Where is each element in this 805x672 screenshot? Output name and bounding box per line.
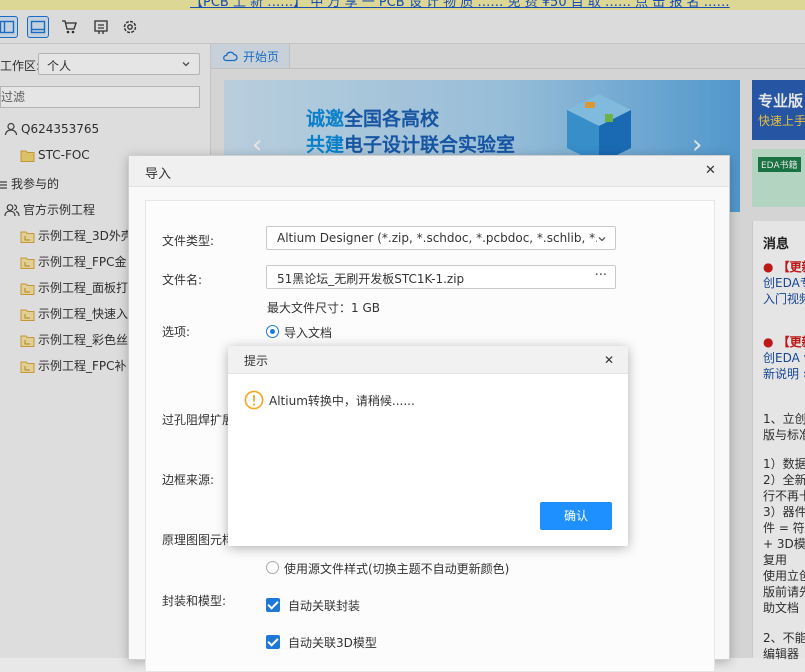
border-source-label: 边框来源: [162, 473, 215, 487]
alert-title: 提示 [244, 354, 269, 368]
source-style-label: 使用源文件样式(切换主题不自动更新颜色) [284, 562, 510, 576]
auto-footprint-checkbox[interactable] [266, 598, 280, 612]
file-name-label: 文件名: [162, 273, 203, 287]
close-icon[interactable]: ✕ [705, 163, 716, 179]
max-file-size: 最大文件尺寸：1 GB [267, 301, 380, 315]
file-type-label: 文件类型: [162, 234, 215, 248]
via-mask-label: 过孔阻焊扩展 [162, 413, 235, 427]
chevron-down-icon [598, 237, 606, 242]
import-dialog-title: 导入 [145, 167, 172, 182]
footprint-model-label: 封装和模型: [162, 594, 227, 608]
auto-3d-label: 自动关联3D模型 [288, 636, 377, 650]
alert-dialog: 提示 ✕ Altium转换中，请稍候...... 确认 [228, 346, 628, 546]
source-style-radio[interactable] [266, 561, 279, 574]
file-name-value: 51黑论坛_无刷开发板STC1K-1.zip [277, 272, 465, 286]
import-document-label: 导入文档 [284, 326, 333, 340]
import-document-radio[interactable] [266, 325, 279, 338]
auto-3d-checkbox[interactable] [266, 635, 280, 649]
file-type-select[interactable]: Altium Designer (*.zip, *.schdoc, *.pcbd… [266, 226, 616, 250]
file-name-field[interactable]: 51黑论坛_无刷开发板STC1K-1.zip ··· [266, 265, 616, 289]
close-icon[interactable]: ✕ [604, 352, 614, 368]
confirm-button[interactable]: 确认 [540, 502, 612, 530]
alert-header: 提示 ✕ [228, 346, 628, 374]
file-type-value: Altium Designer (*.zip, *.schdoc, *.pcbd… [277, 231, 597, 245]
alert-message: Altium转换中，请稍候...... [269, 394, 415, 408]
browse-button[interactable]: ··· [595, 268, 607, 283]
options-label: 选项: [162, 325, 191, 339]
import-dialog-header: 导入 ✕ [129, 156, 729, 187]
warning-icon [244, 390, 264, 410]
auto-footprint-label: 自动关联封装 [288, 599, 361, 613]
